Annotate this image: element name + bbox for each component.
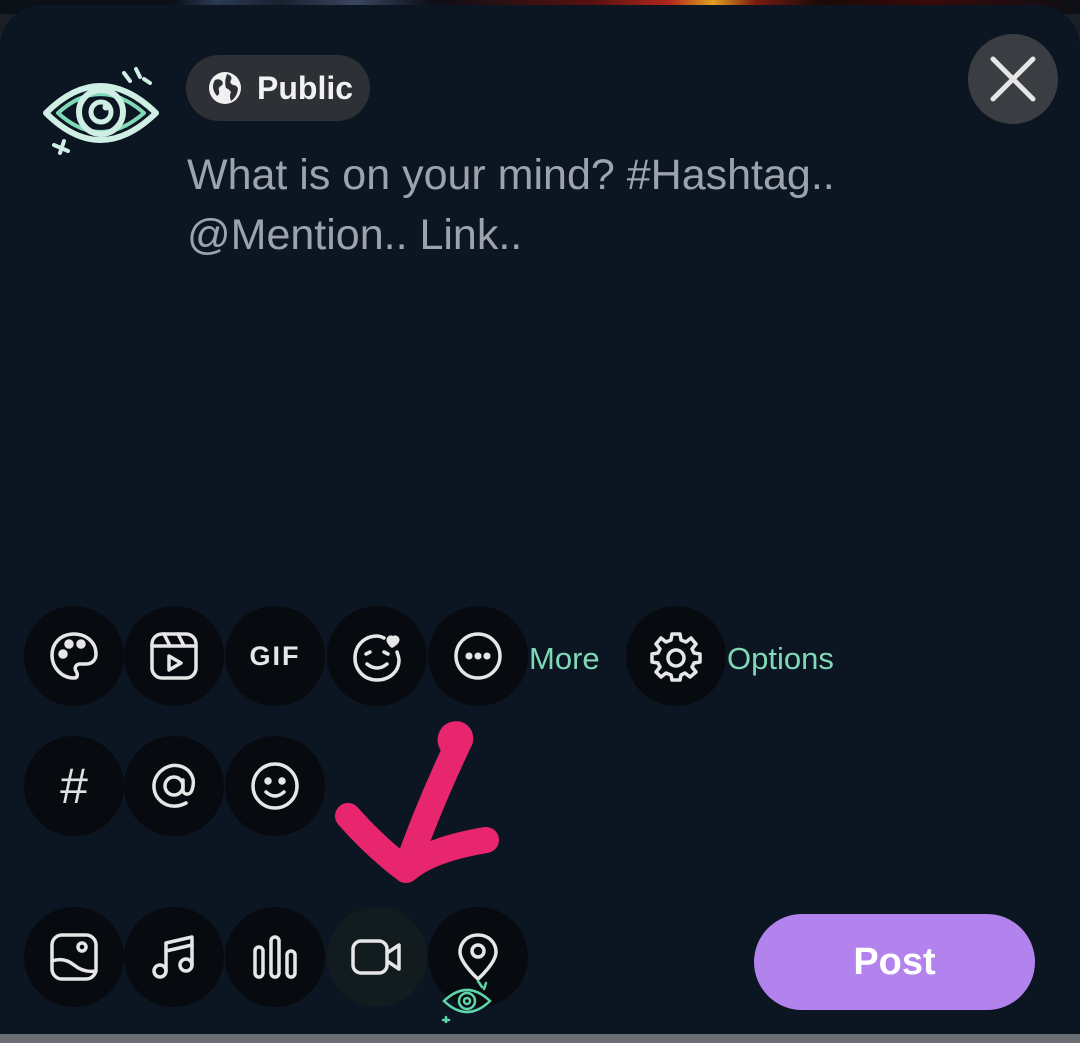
close-icon — [990, 56, 1036, 102]
video-button[interactable] — [327, 907, 427, 1007]
location-icon — [458, 933, 498, 981]
music-button[interactable] — [124, 907, 224, 1007]
visibility-label: Public — [257, 69, 354, 106]
options-button[interactable] — [626, 606, 726, 706]
palette-icon — [50, 632, 98, 680]
poll-button[interactable] — [225, 907, 325, 1007]
checkmark-annotation-icon — [335, 721, 499, 883]
mention-icon — [152, 763, 196, 808]
emoji-button[interactable] — [225, 736, 325, 836]
feeling-button[interactable] — [327, 606, 427, 706]
post-button[interactable]: Post — [754, 914, 1035, 1010]
bottom-bar — [0, 1034, 1080, 1043]
gear-icon — [650, 632, 702, 682]
post-text-input[interactable]: What is on your mind? #Hashtag.. @Mentio… — [187, 145, 987, 265]
mention-button[interactable] — [124, 736, 224, 836]
video-icon — [351, 939, 401, 975]
reel-icon — [150, 632, 198, 680]
gif-button[interactable]: GIF — [225, 606, 325, 706]
hashtag-icon: # — [60, 758, 88, 814]
poll-icon — [253, 935, 297, 979]
emoji-heart-icon — [353, 634, 401, 682]
image-icon — [50, 933, 98, 981]
more-dots-icon — [454, 632, 502, 680]
hashtag-button[interactable]: # — [24, 736, 124, 836]
photo-button[interactable] — [24, 907, 124, 1007]
visibility-selector[interactable]: Public — [186, 55, 370, 121]
smiley-icon — [251, 762, 299, 810]
more-label[interactable]: More — [529, 641, 600, 677]
gif-icon: GIF — [249, 640, 301, 671]
eye-watermark-icon — [441, 979, 492, 1023]
create-post-modal: Public What is on your mind? #Hashtag.. … — [0, 5, 1080, 1035]
close-button[interactable] — [968, 34, 1058, 124]
music-icon — [152, 935, 194, 979]
more-button[interactable] — [428, 606, 528, 706]
globe-icon — [209, 72, 241, 104]
avatar — [43, 67, 159, 155]
reel-button[interactable] — [124, 606, 224, 706]
palette-button[interactable] — [24, 606, 124, 706]
options-label[interactable]: Options — [727, 641, 834, 677]
